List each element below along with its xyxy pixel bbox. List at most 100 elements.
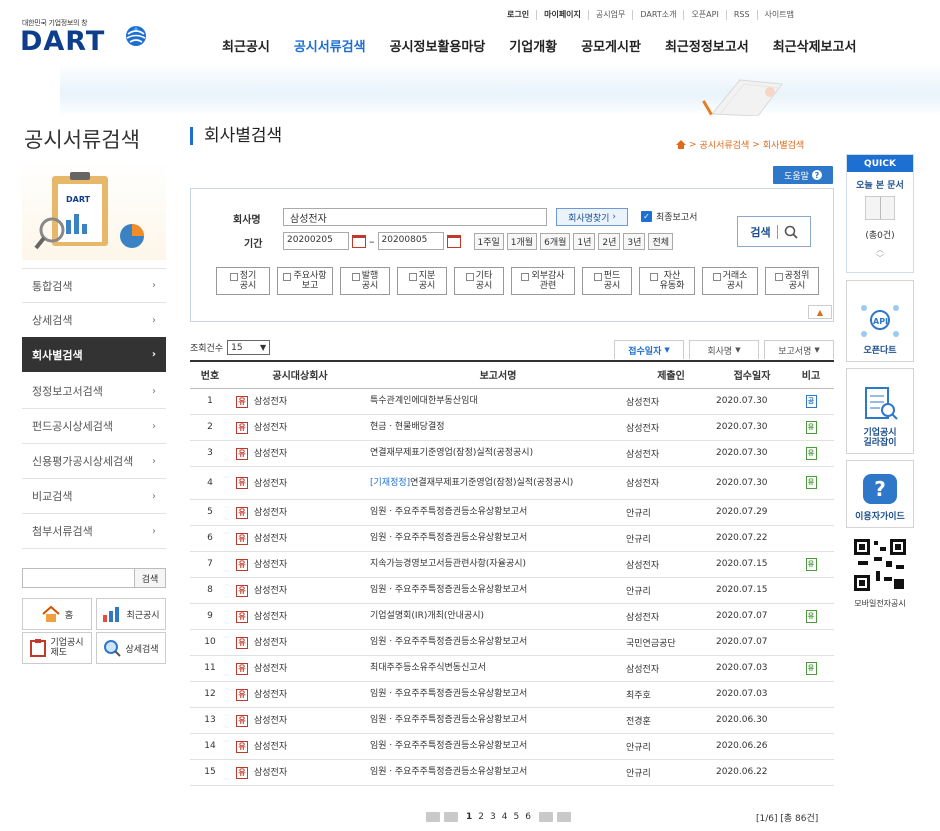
calendar-icon[interactable] <box>352 234 366 248</box>
breadcrumb-item[interactable]: 공시서류검색 <box>700 138 750 151</box>
corp-name-link[interactable]: 삼성전자 <box>254 716 287 726</box>
report-name-link[interactable]: 현금ㆍ현물배당결정 <box>370 421 626 433</box>
report-name-link[interactable]: 임원ㆍ주요주주특정증권등소유상황보고서 <box>370 714 626 726</box>
page-number[interactable]: 6 <box>525 812 531 822</box>
nav-item[interactable]: 공시서류검색 <box>294 36 366 55</box>
note-icon[interactable]: 유 <box>805 557 817 571</box>
disclosure-system-button[interactable]: 기업공시 제도 <box>22 632 92 664</box>
period-button[interactable]: 1주일 <box>473 232 504 250</box>
collapse-icon[interactable]: ▲ <box>808 305 832 319</box>
utility-link[interactable]: 오픈API <box>683 10 725 20</box>
report-name-link[interactable]: 임원ㆍ주요주주특정증권등소유상황보고서 <box>370 688 626 700</box>
sidebar-item[interactable]: 신용평가공시상세검색 › <box>22 444 166 479</box>
corp-name-link[interactable]: 삼성전자 <box>254 742 287 752</box>
report-name-link[interactable]: 임원ㆍ주요주주특정증권등소유상황보고서 <box>370 506 626 518</box>
recent-disclosure-button[interactable]: 최근공시 <box>96 598 166 630</box>
detail-search-button[interactable]: 상세검색 <box>96 632 166 664</box>
category-filter[interactable]: 자산 유동화 <box>639 267 695 295</box>
report-name-link[interactable]: 임원ㆍ주요주주특정증권등소유상황보고서 <box>370 740 626 752</box>
report-name-link[interactable]: [기재정정]연결재무제표기준영업(잠정)실적(공정공시) <box>370 477 626 489</box>
category-filter[interactable]: 펀드 공시 <box>582 267 632 295</box>
category-filter[interactable]: 발행 공시 <box>340 267 390 295</box>
dart-logo[interactable]: DART <box>20 26 105 57</box>
category-filter[interactable]: 외부감사 관련 <box>511 267 575 295</box>
nav-item[interactable]: 기업개황 <box>509 36 557 55</box>
first-page-icon[interactable] <box>426 812 440 822</box>
corp-name-link[interactable]: 삼성전자 <box>254 690 287 700</box>
report-name-link[interactable]: 임원ㆍ주요주주특정증권등소유상황보고서 <box>370 584 626 596</box>
report-name-link[interactable]: 기업설명회(IR)개최(안내공시) <box>370 610 626 622</box>
period-button[interactable]: 2년 <box>598 232 621 250</box>
date-from-input[interactable]: 20200205 <box>283 232 349 250</box>
sidebar-item[interactable]: 비교검색 › <box>22 479 166 514</box>
nav-item[interactable]: 공모게시판 <box>581 36 641 55</box>
utility-link[interactable]: 사이트맵 <box>756 10 801 20</box>
mobile-disclosure-card[interactable]: 모바일전자공시 <box>846 532 914 614</box>
corp-name-link[interactable]: 삼성전자 <box>254 664 287 674</box>
corp-name-link[interactable]: 삼성전자 <box>254 586 287 596</box>
user-guide-card[interactable]: ? 이용자가이드 <box>846 460 914 528</box>
note-icon[interactable]: 유 <box>805 420 817 434</box>
period-button[interactable]: 6개월 <box>540 232 571 250</box>
sidebar-search-input[interactable] <box>22 568 135 588</box>
note-icon[interactable]: 유 <box>805 476 817 489</box>
nav-item[interactable]: 최근공시 <box>222 36 270 55</box>
sort-tab[interactable]: 접수일자 ▼ <box>614 340 684 359</box>
note-icon[interactable]: 유 <box>805 609 817 623</box>
note-icon[interactable]: 공 <box>805 394 817 408</box>
prev-page-icon[interactable] <box>444 812 458 822</box>
period-button[interactable]: 1년 <box>573 232 596 250</box>
sidebar-item[interactable]: 통합검색 › <box>22 268 166 303</box>
period-button[interactable]: 1개월 <box>506 232 538 250</box>
utility-link[interactable]: 마이페이지 <box>536 10 588 20</box>
category-filter[interactable]: 거래소 공시 <box>702 267 758 295</box>
search-button[interactable]: 검색 <box>737 216 811 247</box>
corp-name-link[interactable]: 삼성전자 <box>254 612 287 622</box>
category-filter[interactable]: 공정위 공시 <box>765 267 819 295</box>
category-filter[interactable]: 정기 공시 <box>216 267 270 295</box>
category-filter[interactable]: 지분 공시 <box>397 267 447 295</box>
utility-link[interactable]: 공시업무 <box>587 10 632 20</box>
corp-name-link[interactable]: 삼성전자 <box>254 479 287 489</box>
period-button[interactable]: 3년 <box>623 232 646 250</box>
latest-report-checkbox[interactable]: ✓ 최종보고서 <box>641 210 697 223</box>
quick-scroll-icon[interactable]: ︿ ﹀ <box>847 245 913 263</box>
nav-item[interactable]: 공시정보활용마당 <box>390 36 486 55</box>
disclosure-guide-card[interactable]: 기업공시 길라잡이 <box>846 368 914 454</box>
page-number[interactable]: 5 <box>513 812 519 822</box>
breadcrumb-item[interactable]: 회사별검색 <box>763 138 804 151</box>
corp-name-link[interactable]: 삼성전자 <box>254 534 287 544</box>
sort-tab[interactable]: 보고서명 ▼ <box>764 340 834 359</box>
corp-name-link[interactable]: 삼성전자 <box>254 560 287 570</box>
utility-link[interactable]: 로그인 <box>500 10 536 20</box>
corp-name-link[interactable]: 삼성전자 <box>254 508 287 518</box>
note-icon[interactable]: 유 <box>805 446 817 460</box>
calendar-icon[interactable] <box>446 234 461 248</box>
page-number[interactable]: 3 <box>490 812 496 822</box>
company-name-input[interactable]: 삼성전자 <box>283 208 547 226</box>
page-number[interactable]: 1 <box>466 812 472 822</box>
report-name-link[interactable]: 임원ㆍ주요주주특정증권등소유상황보고서 <box>370 636 626 648</box>
report-name-link[interactable]: 임원ㆍ주요주주특정증권등소유상황보고서 <box>370 532 626 544</box>
count-select[interactable]: 15 ▼ <box>227 340 271 355</box>
report-name-link[interactable]: 특수관계인에대한부동산임대 <box>370 395 626 407</box>
sidebar-item[interactable]: 정정보고서검색 › <box>22 374 166 409</box>
note-icon[interactable]: 유 <box>805 661 817 675</box>
home-icon[interactable] <box>676 140 686 149</box>
sidebar-item[interactable]: 상세검색 › <box>22 303 166 338</box>
corp-name-link[interactable]: 삼성전자 <box>254 423 287 433</box>
next-page-icon[interactable] <box>538 812 553 822</box>
corp-name-link[interactable]: 삼성전자 <box>254 449 287 459</box>
report-name-link[interactable]: 연결재무제표기준영업(잠정)실적(공정공시) <box>370 447 626 459</box>
corp-name-link[interactable]: 삼성전자 <box>254 768 287 778</box>
sidebar-item[interactable]: 펀드공시상세검색 › <box>22 409 166 444</box>
open-dart-card[interactable]: API 오픈다트 <box>846 280 914 362</box>
sidebar-item[interactable]: 회사별검색 › <box>22 337 166 372</box>
report-name-link[interactable]: 최대주주등소유주식변동신고서 <box>370 662 626 674</box>
last-page-icon[interactable] <box>556 812 571 822</box>
corp-name-link[interactable]: 삼성전자 <box>254 397 287 407</box>
nav-item[interactable]: 최근삭제보고서 <box>773 36 857 55</box>
category-filter[interactable]: 기타 공시 <box>454 267 504 295</box>
sort-tab[interactable]: 회사명 ▼ <box>689 340 759 359</box>
category-filter[interactable]: 주요사항 보고 <box>277 267 333 295</box>
